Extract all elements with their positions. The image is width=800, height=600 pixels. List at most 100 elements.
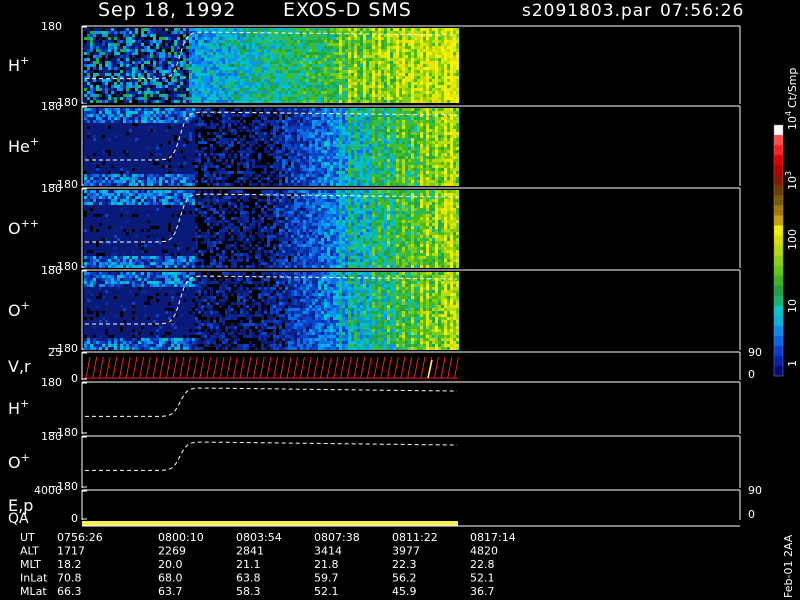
spectrogram-cell: [243, 52, 246, 55]
spectrogram-cell: [186, 165, 189, 168]
spectrogram-cell: [417, 82, 420, 85]
spectrogram-cell: [150, 147, 153, 150]
spectrogram-cell: [357, 177, 360, 180]
spectrogram-cell: [294, 43, 297, 46]
spectrogram-cell: [168, 28, 171, 31]
spectrogram-cell: [102, 73, 105, 76]
spectrogram-cell: [126, 114, 129, 117]
spectrogram-cell: [342, 34, 345, 37]
spectrogram-cell: [180, 141, 183, 144]
spectrogram-cell: [288, 183, 291, 186]
spectrogram-cell: [390, 88, 393, 91]
spectrogram-cell: [264, 70, 267, 73]
spectrogram-cell: [144, 138, 147, 141]
spectrogram-cell: [135, 82, 138, 85]
spectrogram-cell: [258, 153, 261, 156]
spectrogram-cell: [324, 168, 327, 171]
spectrogram-cell: [207, 126, 210, 129]
spectrogram-cell: [180, 117, 183, 120]
spectrogram-cell: [243, 138, 246, 141]
spectrogram-cell: [360, 82, 363, 85]
spectrogram-cell: [186, 40, 189, 43]
spectrogram-cell: [267, 52, 270, 55]
spectrogram-cell: [357, 153, 360, 156]
spectrogram-cell: [255, 64, 258, 67]
spectrogram-cell: [96, 73, 99, 76]
spectrogram-cell: [285, 85, 288, 88]
spectrogram-cell: [159, 73, 162, 76]
spectrogram-cell: [237, 76, 240, 79]
spectrogram-cell: [249, 153, 252, 156]
spectrogram-cell: [276, 156, 279, 159]
spectrogram-cell: [264, 49, 267, 52]
spectrogram-cell: [270, 138, 273, 141]
spectrogram-cell: [315, 85, 318, 88]
spectrogram-cell: [177, 159, 180, 162]
spectrogram-cell: [336, 79, 339, 82]
spectrogram-cell: [303, 126, 306, 129]
spectrogram-cell: [228, 64, 231, 67]
spectrogram-cell: [120, 153, 123, 156]
spectrogram-cell: [138, 144, 141, 147]
spectrogram-cell: [165, 34, 168, 37]
spectrogram-cell: [255, 79, 258, 82]
spectrogram-cell: [456, 88, 459, 91]
spectrogram-cell: [309, 40, 312, 43]
spectrogram-cell: [246, 43, 249, 46]
spectrogram-cell: [330, 117, 333, 120]
spectrogram-cell: [225, 159, 228, 162]
spectrogram-cell: [327, 43, 330, 46]
spectrogram-cell: [351, 52, 354, 55]
spectrogram-cell: [201, 40, 204, 43]
spectrogram-cell: [189, 153, 192, 156]
spectrogram-cell: [240, 183, 243, 186]
spectrogram-cell: [222, 76, 225, 79]
spectrogram-cell: [300, 141, 303, 144]
spectrogram-cell: [333, 111, 336, 114]
spectrogram-cell: [129, 132, 132, 135]
spectrogram-cell: [258, 135, 261, 138]
spectrogram-cell: [354, 144, 357, 147]
spectrogram-cell: [354, 171, 357, 174]
spectrogram-cell: [231, 37, 234, 40]
spectrogram-cell: [114, 150, 117, 153]
spectrogram-cell: [99, 126, 102, 129]
spectrogram-cell: [93, 64, 96, 67]
spectrogram-cell: [330, 168, 333, 171]
spectrogram-cell: [345, 73, 348, 76]
spectrogram-cell: [171, 129, 174, 132]
spectrogram-cell: [90, 162, 93, 165]
spectrogram-cell: [144, 61, 147, 64]
spectrogram-cell: [147, 150, 150, 153]
spectrogram-cell: [345, 174, 348, 177]
spectrogram-cell: [105, 126, 108, 129]
spectrogram-cell: [177, 49, 180, 52]
spectrogram-cell: [405, 58, 408, 61]
spectrogram-cell: [231, 97, 234, 100]
spectrogram-cell: [216, 58, 219, 61]
spectrogram-cell: [177, 97, 180, 100]
spectrogram-cell: [147, 144, 150, 147]
spectrogram-cell: [138, 100, 141, 103]
spectrogram-cell: [108, 183, 111, 186]
spectrogram-cell: [174, 159, 177, 162]
spectrogram-cell: [252, 183, 255, 186]
spectrogram-cell: [267, 150, 270, 153]
spectrogram-cell: [330, 91, 333, 94]
spectrogram-cell: [135, 147, 138, 150]
spectrogram-cell: [252, 141, 255, 144]
spectrogram-cell: [234, 67, 237, 70]
spectrogram-cell: [336, 61, 339, 64]
spectrogram-cell: [348, 85, 351, 88]
spectrogram-cell: [246, 49, 249, 52]
spectrogram-cell: [243, 85, 246, 88]
spectrogram-cell: [189, 94, 192, 97]
spectrogram-cell: [345, 70, 348, 73]
spectrogram-cell: [225, 82, 228, 85]
spectrogram-cell: [150, 183, 153, 186]
spectrogram-cell: [300, 144, 303, 147]
spectrogram-cell: [426, 52, 429, 55]
spectrogram-cell: [249, 114, 252, 117]
spectrogram-cell: [132, 34, 135, 37]
spectrogram-cell: [435, 61, 438, 64]
